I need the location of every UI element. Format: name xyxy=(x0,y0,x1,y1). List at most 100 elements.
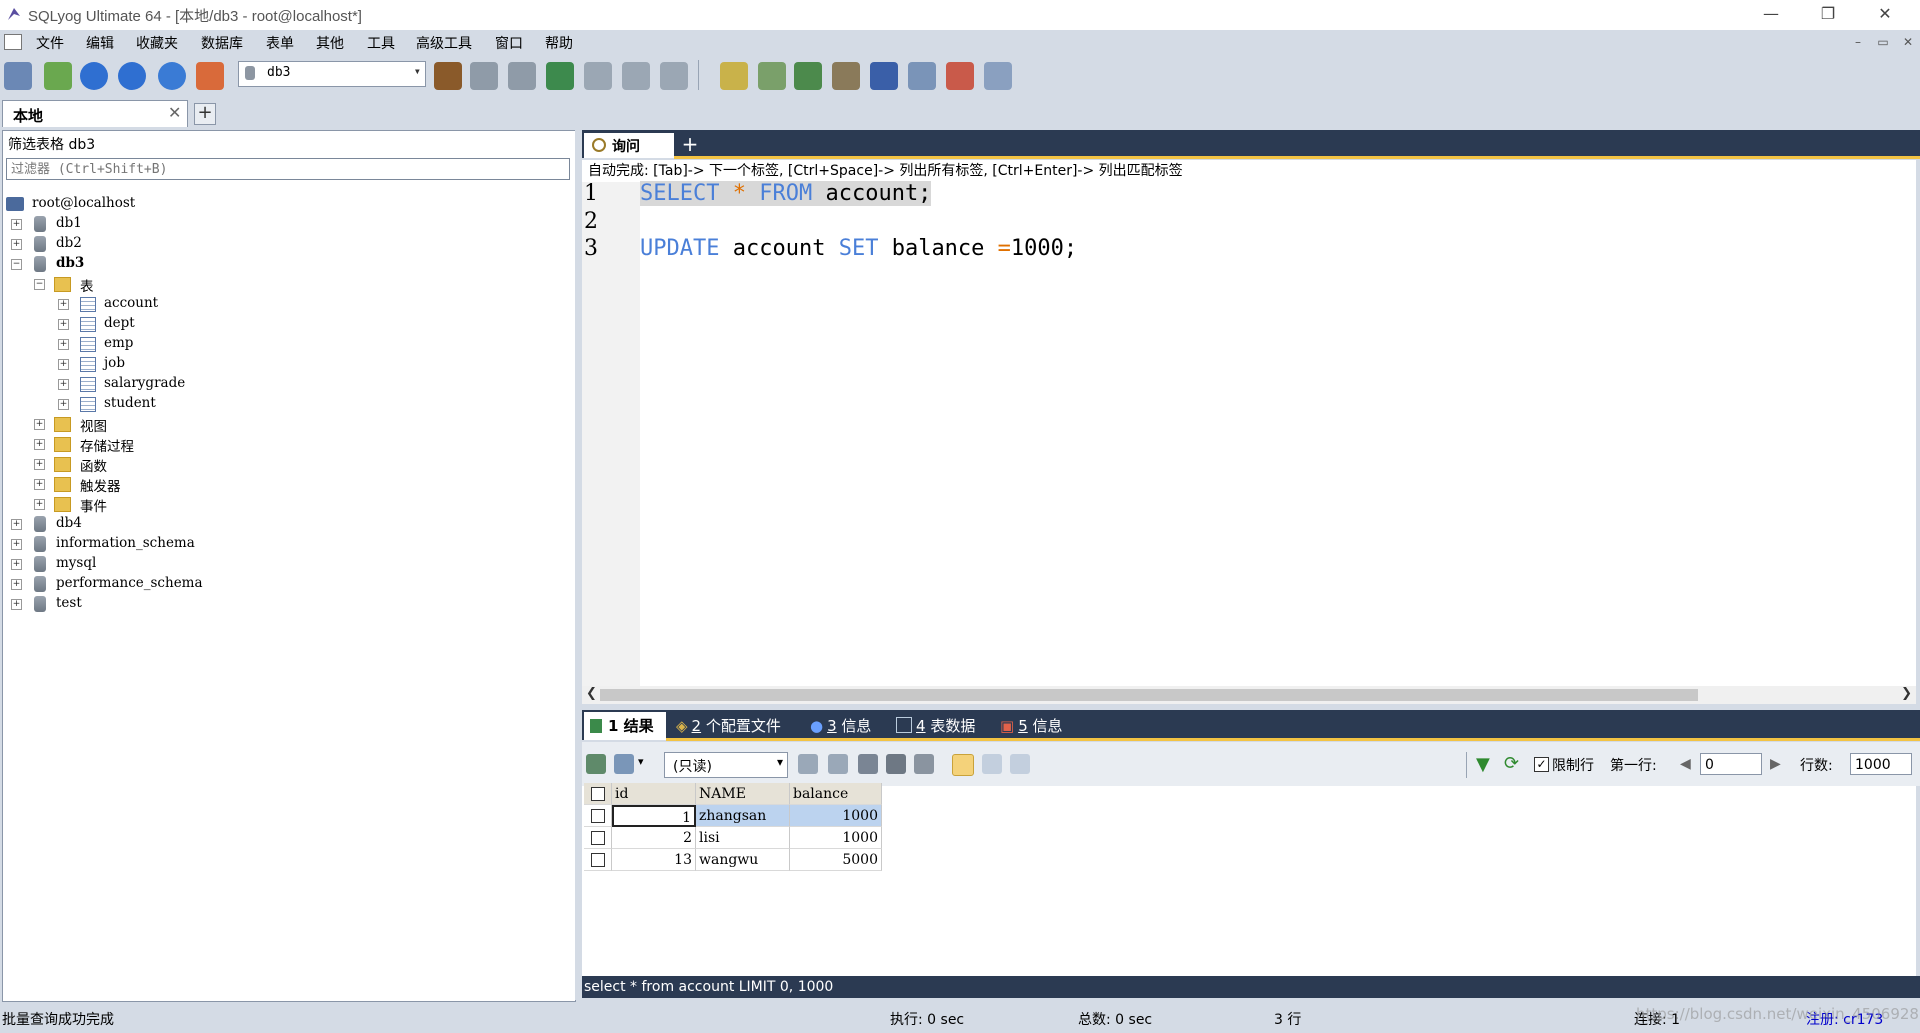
menu-other[interactable]: 其他 xyxy=(316,33,344,53)
panel-splitter[interactable] xyxy=(575,130,581,1000)
expand-icon[interactable]: + xyxy=(34,479,45,490)
code-line-1[interactable]: SELECT * FROM account; xyxy=(640,181,932,206)
row-checkbox[interactable] xyxy=(591,831,605,845)
select-all-cell[interactable] xyxy=(584,783,612,805)
connection-tab-local[interactable]: 本地 ✕ xyxy=(2,100,188,127)
scroll-right-icon[interactable]: ❯ xyxy=(1901,686,1912,701)
expand-icon[interactable]: + xyxy=(11,519,22,530)
restore-button[interactable]: ❐ xyxy=(1805,0,1851,30)
text-view-icon[interactable] xyxy=(1010,754,1030,774)
execute-all-icon[interactable] xyxy=(118,62,146,90)
table-data-icon[interactable] xyxy=(622,62,650,90)
data-sync-icon[interactable] xyxy=(794,62,822,90)
column-header-balance[interactable]: balance xyxy=(790,783,882,805)
expand-icon[interactable]: + xyxy=(11,599,22,610)
tab-info[interactable]: ▣ 5 信息 xyxy=(1000,712,1080,740)
tab-table-data[interactable]: 4 表数据 xyxy=(896,712,986,740)
expand-icon[interactable]: + xyxy=(34,439,45,450)
table-cell[interactable]: 5000 xyxy=(790,849,882,871)
expand-icon[interactable]: + xyxy=(11,559,22,570)
expand-icon[interactable]: + xyxy=(11,539,22,550)
close-tab-icon[interactable]: ✕ xyxy=(168,103,181,122)
table-cell[interactable]: 13 xyxy=(612,849,696,871)
refresh-results-icon[interactable]: ⟳ xyxy=(1504,753,1519,774)
mdi-close-button[interactable]: ✕ xyxy=(1898,33,1918,51)
export-icon[interactable] xyxy=(586,754,606,774)
menu-favorites[interactable]: 收藏夹 xyxy=(136,33,178,53)
add-connection-tab-button[interactable]: + xyxy=(194,103,216,125)
duplicate-row-icon[interactable] xyxy=(828,754,848,774)
cancel-changes-icon[interactable] xyxy=(914,754,934,774)
rows-input[interactable]: 1000 xyxy=(1850,753,1912,775)
expand-icon[interactable]: + xyxy=(11,219,22,230)
menu-window[interactable]: 窗口 xyxy=(495,33,523,53)
expand-icon[interactable]: + xyxy=(58,399,69,410)
next-page-icon[interactable]: ▶ xyxy=(1770,756,1781,772)
query-tab[interactable]: 询问 xyxy=(584,133,674,158)
table-cell[interactable]: zhangsan xyxy=(696,805,790,827)
add-query-tab-button[interactable]: + xyxy=(680,134,700,155)
restore-database-icon[interactable] xyxy=(508,62,536,90)
backup-database-icon[interactable] xyxy=(470,62,498,90)
expand-icon[interactable]: + xyxy=(34,499,45,510)
query-builder-icon[interactable] xyxy=(720,62,748,90)
database-selector[interactable]: db3 ▾ xyxy=(238,61,426,87)
delete-icon[interactable] xyxy=(886,754,906,774)
schema-designer-icon[interactable] xyxy=(984,62,1012,90)
expand-icon[interactable]: + xyxy=(34,419,45,430)
column-header-name[interactable]: NAME xyxy=(696,783,790,805)
collapse-icon[interactable]: − xyxy=(34,279,45,290)
refresh-icon[interactable] xyxy=(44,62,72,90)
copy-icon[interactable] xyxy=(614,754,634,774)
expand-icon[interactable]: + xyxy=(11,239,22,250)
table-design-icon[interactable] xyxy=(584,62,612,90)
new-connection-icon[interactable] xyxy=(4,62,32,90)
close-button[interactable]: ✕ xyxy=(1862,0,1908,30)
table-cell[interactable]: lisi xyxy=(696,827,790,849)
migration-icon[interactable] xyxy=(832,62,860,90)
row-select-cell[interactable] xyxy=(584,849,612,871)
expand-icon[interactable]: + xyxy=(11,579,22,590)
stop-icon[interactable] xyxy=(196,62,224,90)
expand-icon[interactable]: + xyxy=(58,319,69,330)
tab-result[interactable]: 1 结果 xyxy=(584,712,666,740)
user-manager-icon[interactable] xyxy=(434,62,462,90)
grid-view-icon[interactable] xyxy=(952,754,974,776)
mdi-restore-button[interactable]: ▭ xyxy=(1873,33,1893,51)
menu-tools[interactable]: 工具 xyxy=(367,33,395,53)
import-icon[interactable] xyxy=(546,62,574,90)
menu-database[interactable]: 数据库 xyxy=(201,33,243,53)
row-checkbox[interactable] xyxy=(591,853,605,867)
save-icon[interactable] xyxy=(858,754,878,774)
chevron-down-icon[interactable]: ▾ xyxy=(638,755,644,768)
table-index-icon[interactable] xyxy=(660,62,688,90)
first-row-input[interactable]: 0 xyxy=(1700,753,1762,775)
scroll-left-icon[interactable]: ❮ xyxy=(586,686,597,701)
expand-icon[interactable]: + xyxy=(58,359,69,370)
insert-row-icon[interactable] xyxy=(798,754,818,774)
menu-file[interactable]: 文件 xyxy=(36,33,64,53)
filter-input[interactable] xyxy=(6,158,570,180)
column-header-id[interactable]: id xyxy=(612,783,696,805)
minimize-button[interactable]: — xyxy=(1748,0,1794,30)
editor-horizontal-scrollbar[interactable]: ❮ ❯ xyxy=(582,686,1916,704)
scrollbar-thumb[interactable] xyxy=(600,689,1698,701)
limit-rows-checkbox[interactable]: ✓ xyxy=(1534,757,1549,772)
execute-update-icon[interactable] xyxy=(158,62,186,90)
expand-icon[interactable]: + xyxy=(58,339,69,350)
menu-edit[interactable]: 编辑 xyxy=(86,33,114,53)
previous-page-icon[interactable]: ◀ xyxy=(1680,756,1691,772)
menu-advanced-tools[interactable]: 高级工具 xyxy=(416,33,472,53)
table-cell[interactable]: wangwu xyxy=(696,849,790,871)
mdi-minimize-button[interactable]: – xyxy=(1848,33,1868,51)
table-cell[interactable]: 1000 xyxy=(790,827,882,849)
collapse-icon[interactable]: − xyxy=(11,259,22,270)
expand-icon[interactable]: + xyxy=(58,299,69,310)
scheduler-icon[interactable] xyxy=(870,62,898,90)
expand-icon[interactable]: + xyxy=(58,379,69,390)
row-select-cell[interactable] xyxy=(584,805,612,827)
monitor-icon[interactable] xyxy=(908,62,936,90)
filter-icon[interactable]: ▼ xyxy=(1476,754,1490,775)
tab-messages[interactable]: ● 3 信息 xyxy=(810,712,884,740)
menu-help[interactable]: 帮助 xyxy=(545,33,573,53)
